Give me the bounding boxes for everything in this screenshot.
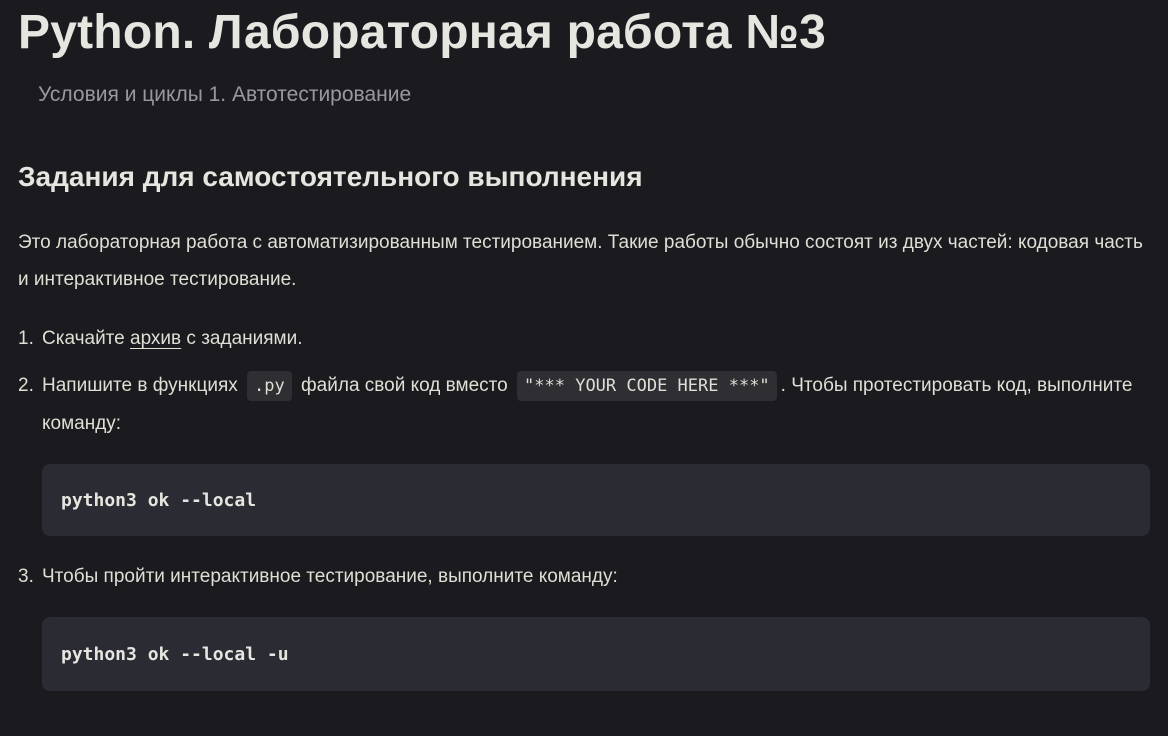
step-number: 3. [18,566,34,587]
step-1: 1. Скачайте архив с заданиями. [18,320,1150,357]
code-block-interactive[interactable]: python3 ok --local -u [42,617,1150,691]
step-text: Чтобы пройти интерактивное тестирование,… [42,566,618,587]
step-number: 2. [18,375,34,396]
intro-paragraph: Это лабораторная работа с автоматизирова… [18,232,1143,290]
document-page: Python. Лабораторная работа №3 Условия и… [0,0,1168,736]
code-command: python3 ok --local -u [61,643,289,665]
code-command: python3 ok --local [61,489,257,511]
step-text: файла свой код вместо [301,375,508,396]
step-2: 2. Напишите в функциях .py файла свой ко… [18,367,1150,536]
section-heading: Задания для самостоятельного выполнения [18,161,643,192]
page-subtitle: Условия и циклы 1. Автотестирование [38,83,412,106]
code-block-test[interactable]: python3 ok --local [42,464,1150,536]
step-text: Скачайте [42,328,131,349]
page-title: Python. Лабораторная работа №3 [18,6,826,59]
inline-code-py: .py [247,371,292,401]
step-text: с заданиями. [181,328,303,349]
inline-code-placeholder: "*** YOUR CODE HERE ***" [517,371,777,401]
archive-link[interactable]: архив [130,328,181,349]
steps-list: 1. Скачайте архив с заданиями. 2. Напиши… [18,320,1150,691]
step-number: 1. [18,328,34,349]
step-text: Напишите в функциях [42,375,238,396]
step-3: 3. Чтобы пройти интерактивное тестирован… [18,558,1150,691]
